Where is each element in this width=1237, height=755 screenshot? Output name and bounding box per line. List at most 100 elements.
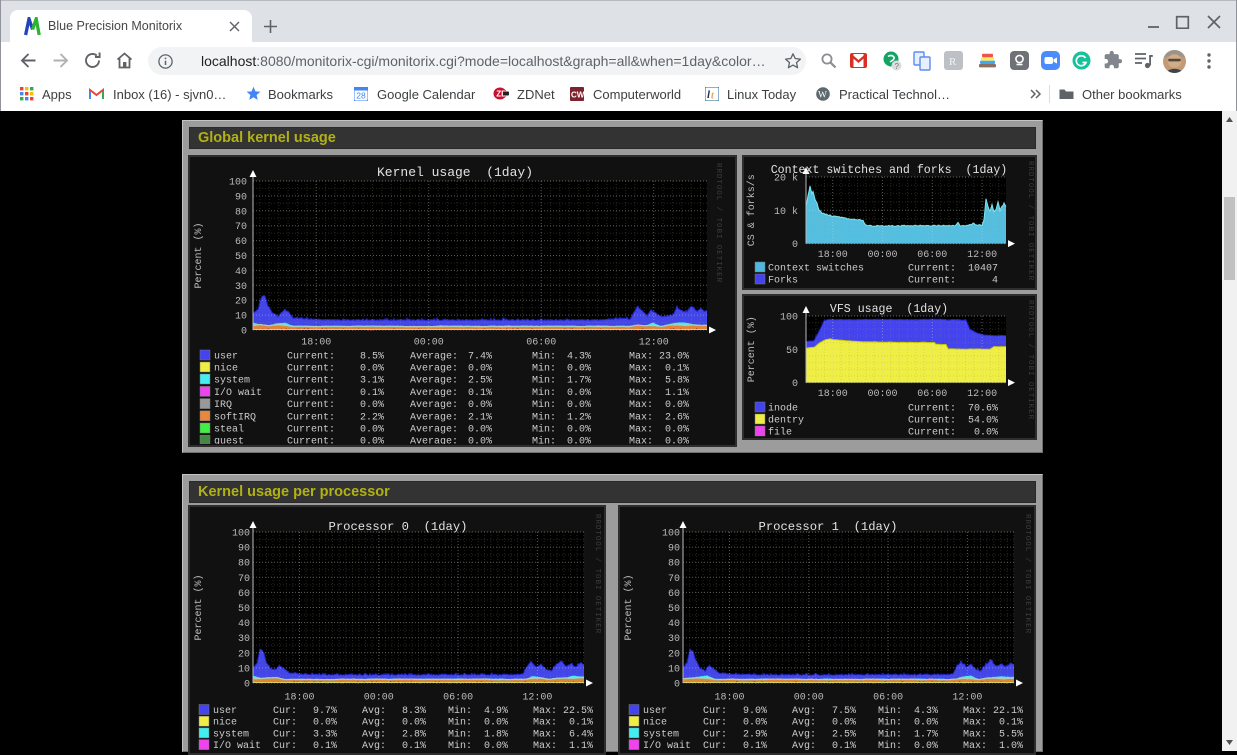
svg-text:Average:: Average: bbox=[410, 400, 458, 411]
svg-text:0.1%: 0.1% bbox=[360, 388, 384, 399]
svg-text:Average:: Average: bbox=[410, 437, 458, 444]
svg-text:100: 100 bbox=[780, 313, 798, 324]
svg-text:18:00: 18:00 bbox=[818, 250, 848, 261]
svg-text:RRDTOOL / TOBI OETIKER: RRDTOOL / TOBI OETIKER bbox=[714, 163, 722, 283]
svg-text:7.5%: 7.5% bbox=[832, 706, 856, 717]
svg-text:W: W bbox=[818, 91, 827, 101]
svg-text:Current:: Current: bbox=[908, 276, 956, 287]
svg-text:system: system bbox=[214, 376, 250, 387]
svg-text:Cur:: Cur: bbox=[273, 718, 297, 729]
svg-text:Percent (%): Percent (%) bbox=[193, 222, 205, 288]
svg-text:CS & forks/s: CS & forks/s bbox=[746, 174, 758, 246]
svg-text:22.1%: 22.1% bbox=[993, 706, 1023, 717]
svg-text:10407: 10407 bbox=[968, 264, 998, 275]
svg-text:Min:: Min: bbox=[448, 717, 472, 729]
svg-text:Max:: Max: bbox=[533, 718, 557, 729]
svg-text:12:00: 12:00 bbox=[967, 250, 997, 261]
svg-text:30: 30 bbox=[668, 634, 680, 645]
svg-text:10: 10 bbox=[238, 664, 250, 675]
svg-text:5.5%: 5.5% bbox=[999, 729, 1023, 740]
svg-text:RRDTOOL / TOBI OETIKER: RRDTOOL / TOBI OETIKER bbox=[1026, 300, 1034, 420]
svg-text:0: 0 bbox=[674, 680, 680, 691]
svg-text:user: user bbox=[643, 706, 667, 717]
svg-text:70.6%: 70.6% bbox=[968, 404, 998, 415]
svg-text:Processor 0 (1day): Processor 0 (1day) bbox=[329, 520, 468, 534]
svg-text:Forks: Forks bbox=[768, 275, 798, 287]
svg-text:2.8%: 2.8% bbox=[402, 729, 426, 740]
svg-text:0.1%: 0.1% bbox=[468, 388, 492, 399]
svg-text:00:00: 00:00 bbox=[414, 338, 444, 349]
svg-text:8.5%: 8.5% bbox=[360, 352, 384, 363]
svg-text:2.5%: 2.5% bbox=[832, 729, 856, 740]
svg-text:90: 90 bbox=[235, 192, 247, 203]
svg-text:23.0%: 23.0% bbox=[659, 352, 689, 363]
svg-text:4.9%: 4.9% bbox=[484, 706, 508, 717]
svg-text:Context switches and forks (1: Context switches and forks (1day) bbox=[771, 164, 1008, 177]
svg-text:Max:: Max: bbox=[629, 437, 653, 444]
svg-text:0.1%: 0.1% bbox=[569, 718, 593, 729]
svg-text:0.0%: 0.0% bbox=[914, 741, 938, 752]
svg-text:Average:: Average: bbox=[410, 352, 458, 363]
svg-text:60: 60 bbox=[238, 589, 250, 600]
svg-text:6.4%: 6.4% bbox=[569, 729, 593, 740]
svg-text:Min:: Min: bbox=[878, 728, 902, 740]
svg-text:0: 0 bbox=[241, 327, 247, 338]
svg-text:dentry: dentry bbox=[768, 415, 804, 427]
svg-text:system: system bbox=[643, 729, 679, 740]
svg-text:Max:: Max: bbox=[963, 729, 987, 740]
svg-text:20: 20 bbox=[235, 297, 247, 308]
svg-text:0.0%: 0.0% bbox=[832, 718, 856, 729]
svg-text:06:00: 06:00 bbox=[526, 338, 556, 349]
svg-text:Max:: Max: bbox=[533, 741, 557, 752]
svg-text:0.0%: 0.0% bbox=[567, 400, 591, 411]
svg-text:0.0%: 0.0% bbox=[743, 718, 767, 729]
svg-text:RRDTOOL / TOBI OETIKER: RRDTOOL / TOBI OETIKER bbox=[593, 514, 601, 634]
svg-text:I/O wait: I/O wait bbox=[643, 740, 691, 752]
svg-text:Percent (%): Percent (%) bbox=[623, 574, 635, 640]
svg-text:0: 0 bbox=[792, 240, 798, 251]
svg-text:Avg:: Avg: bbox=[792, 706, 816, 717]
svg-text:Min:: Min: bbox=[878, 705, 902, 717]
svg-text:2.1%: 2.1% bbox=[468, 412, 492, 423]
svg-text:file: file bbox=[768, 427, 792, 439]
svg-text:00:00: 00:00 bbox=[794, 693, 824, 704]
svg-text:0.0%: 0.0% bbox=[665, 400, 689, 411]
svg-text:Max:: Max: bbox=[629, 364, 653, 375]
svg-text:Current:: Current: bbox=[287, 412, 335, 423]
svg-text:0.0%: 0.0% bbox=[665, 437, 689, 444]
svg-text:Cur:: Cur: bbox=[273, 729, 297, 740]
svg-text:40: 40 bbox=[235, 267, 247, 278]
svg-text:Average:: Average: bbox=[410, 364, 458, 375]
svg-text:nice: nice bbox=[643, 717, 667, 729]
svg-text:0.0%: 0.0% bbox=[567, 388, 591, 399]
svg-text:0.0%: 0.0% bbox=[484, 741, 508, 752]
svg-text:70: 70 bbox=[238, 574, 250, 585]
svg-text:0.0%: 0.0% bbox=[468, 437, 492, 444]
svg-text:RRDTOOL / TOBI OETIKER: RRDTOOL / TOBI OETIKER bbox=[1026, 161, 1034, 281]
svg-text:3.1%: 3.1% bbox=[360, 376, 384, 387]
svg-text:IRQ: IRQ bbox=[214, 400, 232, 411]
svg-text:40: 40 bbox=[238, 619, 250, 630]
svg-text:0: 0 bbox=[244, 680, 250, 691]
svg-text:40: 40 bbox=[668, 619, 680, 630]
svg-text:0.0%: 0.0% bbox=[402, 718, 426, 729]
svg-text:0: 0 bbox=[792, 379, 798, 390]
svg-text:0.1%: 0.1% bbox=[832, 741, 856, 752]
svg-text:Avg:: Avg: bbox=[362, 706, 386, 717]
svg-text:Min:: Min: bbox=[532, 363, 556, 375]
svg-text:28: 28 bbox=[356, 91, 366, 101]
svg-text:R: R bbox=[949, 56, 957, 68]
svg-text:4.3%: 4.3% bbox=[914, 706, 938, 717]
svg-text:Max:: Max: bbox=[629, 412, 653, 423]
svg-text:4.3%: 4.3% bbox=[567, 352, 591, 363]
svg-text:Avg:: Avg: bbox=[362, 741, 386, 752]
svg-text:2.6%: 2.6% bbox=[665, 412, 689, 423]
svg-text:guest: guest bbox=[214, 437, 244, 444]
svg-text:softIRQ: softIRQ bbox=[214, 411, 256, 423]
svg-text:18:00: 18:00 bbox=[818, 389, 848, 400]
svg-text:nice: nice bbox=[213, 717, 237, 729]
svg-text:1.1%: 1.1% bbox=[569, 741, 593, 752]
svg-text:Cur:: Cur: bbox=[703, 706, 727, 717]
svg-text:100: 100 bbox=[662, 529, 680, 540]
svg-text:1.1%: 1.1% bbox=[665, 388, 689, 399]
